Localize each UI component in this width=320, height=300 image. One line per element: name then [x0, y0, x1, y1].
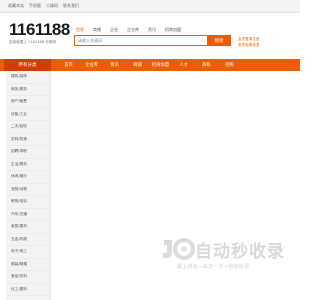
site-logo[interactable]: 1161188 — [9, 20, 70, 40]
all-categories-button[interactable]: 所有分类 — [4, 59, 51, 71]
sidebar-item[interactable]: 五金/机械 — [6, 234, 50, 246]
top-links: 收藏本站 手机版 二维码 联系我们 — [8, 3, 79, 9]
search-tab-shop[interactable]: 商铺 — [93, 27, 101, 33]
search-tab-company[interactable]: 企业 — [110, 27, 118, 33]
sidebar-item[interactable]: 食品/饮料 — [6, 271, 50, 284]
search-button[interactable]: 搜索 — [207, 35, 231, 46]
nav-item-franchise[interactable]: 招商加盟 — [149, 62, 172, 68]
header-side-links: 会员登录注册 发布免费信息 — [238, 36, 260, 48]
sidebar-item[interactable]: 设备/工业 — [6, 109, 50, 121]
watermark: 自动秒收录 做上排名→来访一次→自动收录 — [160, 232, 292, 274]
nav-item-talent[interactable]: 人才 — [172, 62, 195, 68]
sidebar-item[interactable]: 招聘/求职 — [6, 146, 50, 159]
category-sidebar: 建筑/装修 商务/服务 房产/租售 设备/工业 二手/回收 农林/牧渔 招聘/求… — [6, 71, 51, 300]
search-tab-company-lib[interactable]: 企业库 — [127, 27, 139, 33]
nav-item-groupbuy[interactable]: 团购 — [218, 62, 241, 68]
search-tab-franchise[interactable]: 招商加盟 — [165, 27, 181, 33]
sidebar-item[interactable]: 二手/回收 — [6, 121, 50, 134]
top-link-bookmark[interactable]: 收藏本站 — [8, 3, 24, 9]
sidebar-item[interactable]: 电子/电工 — [6, 246, 50, 259]
sidebar-item[interactable]: 教育/培训 — [6, 196, 50, 209]
search-input[interactable]: 请输入关键词 — [74, 35, 208, 46]
sidebar-item[interactable]: 房产/租售 — [6, 96, 50, 109]
sidebar-item[interactable]: 家居/建材 — [6, 221, 50, 234]
top-link-mobile[interactable]: 手机版 — [29, 3, 41, 9]
site-slogan: 买卖就要上 1161188 分类网 — [9, 40, 57, 44]
sidebar-item[interactable]: 商务/服务 — [6, 84, 50, 96]
top-link-qrcode[interactable]: 二维码 — [46, 3, 58, 9]
sidebar-item[interactable]: 宠物/动物 — [6, 184, 50, 196]
search-tabs: 信息 商铺 企业 企业库 资讯 招商加盟 — [76, 27, 181, 33]
nav-item-company-lib[interactable]: 企业库 — [80, 62, 103, 68]
post-free-info-link[interactable]: 发布免费信息 — [238, 42, 260, 48]
top-link-contact[interactable]: 联系我们 — [63, 3, 79, 9]
search-tab-news[interactable]: 资讯 — [148, 27, 156, 33]
sidebar-item[interactable]: 汽车/交通 — [6, 209, 50, 221]
nav-items: 首页 企业库 资讯 商铺 招商加盟 人才 商机 团购 — [57, 59, 241, 71]
sidebar-item[interactable]: 生活/服务 — [6, 159, 50, 171]
watermark-logo-icon — [163, 238, 195, 260]
nav-item-news[interactable]: 资讯 — [103, 62, 126, 68]
sidebar-item[interactable]: 休闲/娱乐 — [6, 171, 50, 184]
top-bar: 收藏本站 手机版 二维码 联系我们 — [0, 0, 300, 13]
sidebar-item[interactable]: 化工/塑料 — [6, 284, 50, 296]
watermark-title: 自动秒收录 — [195, 242, 285, 262]
nav-item-business[interactable]: 商机 — [195, 62, 218, 68]
sidebar-item[interactable]: 服装/鞋帽 — [6, 259, 50, 271]
main-nav: 所有分类 首页 企业库 资讯 商铺 招商加盟 人才 商机 团购 — [0, 59, 300, 71]
nav-item-home[interactable]: 首页 — [57, 62, 80, 68]
sidebar-item[interactable]: 农林/牧渔 — [6, 134, 50, 146]
sidebar-item[interactable]: 建筑/装修 — [6, 71, 50, 84]
search-tab-info[interactable]: 信息 — [76, 27, 84, 33]
nav-item-shops[interactable]: 商铺 — [126, 62, 149, 68]
watermark-subtitle: 做上排名→来访一次→自动收录 — [177, 264, 250, 270]
